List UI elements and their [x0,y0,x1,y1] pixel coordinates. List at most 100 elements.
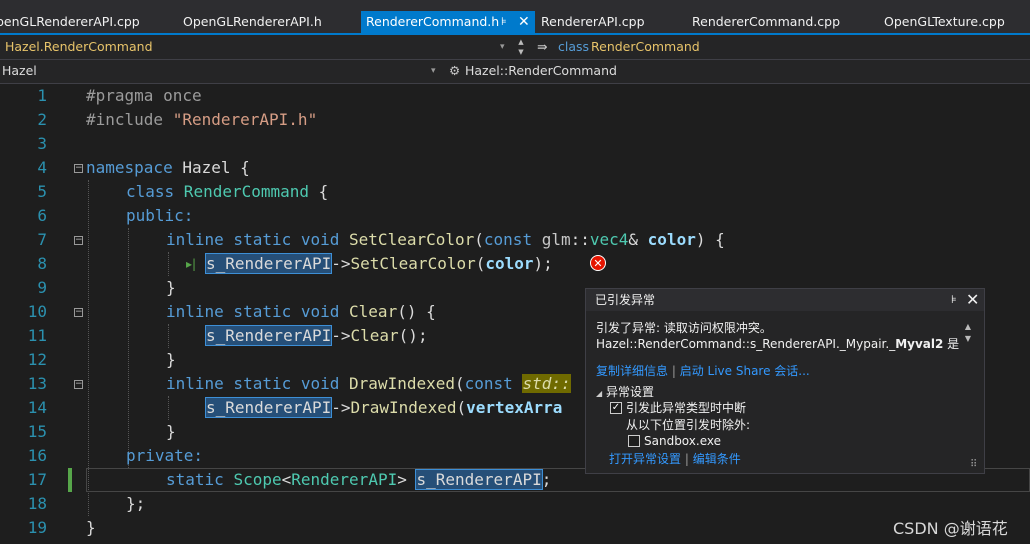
type: vec4 [589,230,629,249]
code-line-13: inline static void DrawIndexed(const std… [166,372,571,396]
break-on-exception-checkbox[interactable]: ✓ [610,402,622,414]
project-dropdown[interactable]: Hazel.RenderCommand [5,36,153,58]
copy-details-link[interactable]: 复制详细信息 [596,364,668,378]
keyword: inline static void [166,374,350,393]
type: Scope [233,470,282,489]
punct: -> [331,254,351,273]
edit-conditions-link[interactable]: 编辑条件 [693,452,741,466]
live-share-link[interactable]: 启动 Live Share 会话... [680,364,810,378]
line-number: 3 [37,134,47,153]
keyword: const [483,230,542,249]
indent-guide [168,324,169,348]
namespace: glm [541,230,571,249]
code-line-8: s_RendererAPI->SetClearColor(color); [204,252,553,276]
tab-renderer-api-cpp[interactable]: RendererAPI.cpp [541,11,645,33]
preprocessor: #pragma once [86,86,202,105]
indent-guide [168,252,169,276]
line-number: 1 [37,86,47,105]
punct: > [397,470,417,489]
collapse-icon[interactable]: − [74,164,83,173]
tab-opengl-renderer-api-h[interactable]: OpenGLRendererAPI.h [183,11,322,33]
variable-highlight[interactable]: s_RendererAPI [204,325,333,346]
punct: ( [455,374,465,393]
code-line-16: private: [126,444,203,468]
class-name: RenderCommand [174,182,319,201]
tab-renderer-command-cpp[interactable]: RendererCommand.cpp [692,11,840,33]
variable-highlight[interactable]: s_RendererAPI [204,397,333,418]
line-number: 19 [27,518,47,537]
variable-highlight[interactable]: s_RendererAPI [415,469,543,490]
scroll-down-icon[interactable]: ▼ [960,333,976,345]
change-marker [68,468,72,492]
punct: :: [570,230,590,249]
code-line-12: } [166,348,176,372]
tab-label: RendererCommand.h [366,14,500,29]
link-divider: | [671,364,676,378]
tab-renderer-command-h[interactable]: RendererCommand.h ⊧ ✕ [361,11,535,33]
code-line-6: public: [126,204,193,228]
punct: ( [456,398,467,417]
brace: } [166,422,176,441]
code-line-15: } [166,420,176,444]
brace: } [166,350,176,369]
line-number: 15 [27,422,47,441]
line-number: 14 [27,398,47,417]
include-path: "RendererAPI.h" [172,110,318,129]
indent-guide [88,180,89,516]
resize-grip-icon[interactable]: ⠿ [970,459,977,470]
access-specifier: private: [126,446,204,465]
function-name: Clear [349,302,398,321]
exception-popup: 已引发异常 ⊧ ✕ 引发了异常: 读取访问权限冲突。 Hazel::Render… [585,288,985,474]
variable-highlight[interactable]: s_RendererAPI [204,253,333,274]
keyword: const [464,374,523,393]
line-number: 18 [27,494,47,513]
document-tab-bar: penGLRendererAPI.cpp OpenGLRendererAPI.h… [0,0,1030,35]
brace: { [318,182,329,201]
chevron-down-icon[interactable]: ▾ [500,36,505,58]
function-name: DrawIndexed [350,398,457,417]
keyword: namespace [86,158,173,177]
scroll-up-icon[interactable]: ▲ [960,321,976,333]
collapse-icon[interactable]: − [74,380,83,389]
member-prefix: class [558,39,590,54]
link-divider: | [684,452,689,466]
parameter: vertexArra [466,398,563,417]
sandbox-label: Sandbox.exe [644,434,721,448]
line-number: 13 [27,374,47,393]
code-line-14: s_RendererAPI->DrawIndexed(vertexArra [204,396,563,420]
line-number: 17 [27,470,47,489]
line-number: 11 [27,326,47,345]
brace: } [166,278,176,297]
punct: ); [533,254,553,273]
open-exception-settings-link[interactable]: 打开异常设置 [609,452,681,466]
type: RendererAPI [291,470,398,489]
close-icon[interactable]: ✕ [966,289,979,311]
code-line-19: } [86,516,96,540]
tab-opengl-texture-cpp[interactable]: OpenGLTexture.cpp [884,11,1005,33]
brace: { [240,158,250,177]
scope-member-dropdown[interactable]: Hazel::RenderCommand [465,60,617,82]
punct: -> [331,398,351,417]
popup-links: 复制详细信息 | 启动 Live Share 会话... [596,363,810,379]
chevron-down-icon[interactable]: ▾ [431,60,436,82]
code-line-5: class RenderCommand { [126,180,328,204]
split-spinner[interactable]: ▲ ▼ [513,37,529,58]
scope-dropdown[interactable]: Hazel [2,60,37,82]
line-number: 9 [37,278,47,297]
pin-icon[interactable]: ⊧ [501,11,507,33]
close-icon[interactable]: ✕ [518,11,530,33]
collapse-icon[interactable]: − [74,236,83,245]
exception-detail: Hazel::RenderCommand::s_RendererAPI._Myp… [596,336,959,352]
tab-opengl-renderer-api-cpp[interactable]: penGLRendererAPI.cpp [0,11,140,33]
line-number: 7 [37,230,47,249]
function-name: SetClearColor [349,230,475,249]
popup-scrollbar[interactable]: ▲ ▼ [960,321,976,351]
parameter: color [647,230,696,249]
exception-settings-label: 异常设置 [605,385,654,399]
member-dropdown[interactable]: RenderCommand [591,36,700,58]
collapse-icon[interactable]: − [74,308,83,317]
error-icon[interactable]: ✕ [590,255,606,271]
pin-icon[interactable]: ⊧ [951,289,957,311]
sandbox-checkbox[interactable] [628,435,640,447]
expander-icon[interactable]: ◢ [596,389,602,398]
